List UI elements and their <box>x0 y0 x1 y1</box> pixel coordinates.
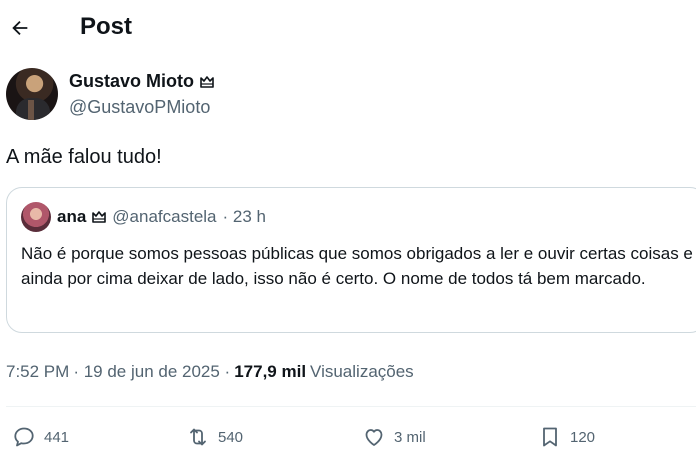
views-label: Visualizações <box>310 362 414 381</box>
like-button[interactable]: 3 mil <box>362 425 426 449</box>
quoted-author-handle: @anafcastela <box>112 207 217 226</box>
post-author: Gustavo Mioto @GustavoPMioto <box>6 66 686 122</box>
like-count: 3 mil <box>394 428 426 446</box>
bookmark-icon <box>543 427 557 447</box>
author-name[interactable]: Gustavo Mioto <box>69 71 194 92</box>
reply-button[interactable]: 441 <box>12 425 69 449</box>
quoted-post-text: Não é porque somos pessoas públicas que … <box>21 244 693 288</box>
repost-icon <box>190 428 206 446</box>
crown-badge-icon <box>200 75 214 88</box>
post-time[interactable]: 7:52 PM <box>6 362 69 382</box>
bookmark-button[interactable]: 120 <box>538 425 595 449</box>
quoted-post-header: ana @anafcastela · 23 h <box>21 202 266 232</box>
crown-badge-icon <box>92 211 107 223</box>
repost-count: 540 <box>218 428 244 446</box>
bookmark-count: 120 <box>570 428 596 446</box>
reply-count: 441 <box>44 428 70 446</box>
author-avatar[interactable] <box>6 68 58 120</box>
quoted-author-avatar <box>21 202 51 232</box>
back-button[interactable] <box>6 14 34 42</box>
views-count: 177,9 mil <box>234 362 307 381</box>
post-meta: 7:52 PM · 19 de jun de 2025 · 177,9 mil … <box>6 362 414 382</box>
divider <box>6 406 696 407</box>
page-title: Post <box>80 13 133 40</box>
quoted-author-name: ana <box>57 207 87 226</box>
post-date: · 19 de jun de 2025 · <box>73 362 231 381</box>
arrow-left-icon <box>12 20 28 36</box>
post-header: Post <box>0 0 696 56</box>
quoted-post[interactable]: ana @anafcastela · 23 h Não é porque som… <box>6 187 696 333</box>
quoted-post-time: · 23 h <box>222 207 266 226</box>
author-handle[interactable]: @GustavoPMioto <box>69 97 210 118</box>
post-text: A mãe falou tudo! <box>6 146 162 168</box>
heart-icon <box>365 429 383 446</box>
reply-icon <box>14 427 34 447</box>
post-actions: 441 540 3 mil 120 <box>0 420 696 456</box>
author-name-row: Gustavo Mioto <box>69 71 214 92</box>
repost-button[interactable]: 540 <box>186 425 243 449</box>
